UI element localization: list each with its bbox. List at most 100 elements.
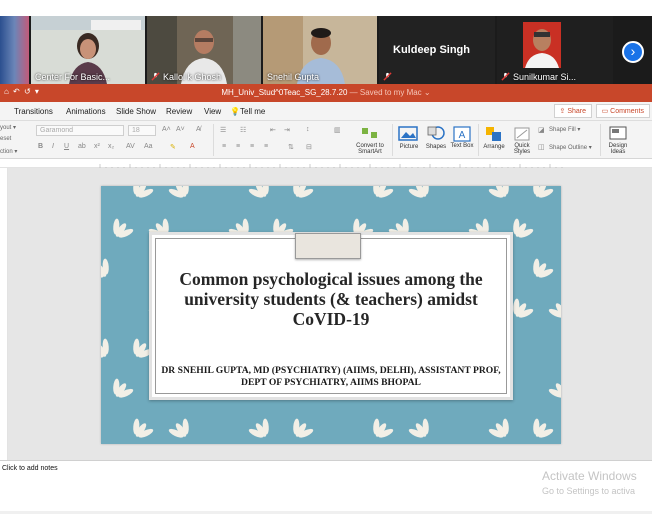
lightbulb-icon: 💡 bbox=[230, 107, 240, 116]
video-tile-side bbox=[0, 16, 29, 84]
document-title: MH_Univ_Stud^0Teac_SG_28.7.20 — Saved to… bbox=[0, 88, 652, 97]
comments-label: Comments bbox=[610, 108, 644, 115]
font-size-field[interactable]: 18 bbox=[128, 125, 156, 136]
clear-format-icon[interactable]: A̸ bbox=[196, 126, 201, 133]
align-right-icon[interactable]: ≡ bbox=[250, 143, 254, 150]
tab-animations[interactable]: Animations bbox=[66, 107, 106, 116]
textbox-icon[interactable]: A bbox=[452, 125, 472, 143]
participant-name: Center For Basic... bbox=[35, 72, 111, 82]
saved-status: — Saved to my Mac ⌄ bbox=[347, 88, 431, 97]
slide-canvas[interactable]: Common psychological issues among the un… bbox=[0, 168, 652, 460]
line-spacing-icon[interactable]: ↕ bbox=[306, 126, 310, 133]
title-frame[interactable]: Common psychological issues among the un… bbox=[149, 232, 513, 400]
justify-icon[interactable]: ≡ bbox=[264, 143, 268, 150]
superscript-icon[interactable]: x² bbox=[94, 143, 100, 150]
italic-icon[interactable]: I bbox=[52, 143, 54, 150]
activate-windows-watermark: Activate Windows bbox=[542, 469, 637, 483]
quick-styles-icon[interactable] bbox=[512, 125, 532, 143]
layout-button[interactable]: yout ▾ bbox=[0, 124, 16, 131]
vertical-ruler[interactable] bbox=[0, 168, 8, 460]
video-tile-3[interactable]: Snehil Gupta bbox=[263, 16, 377, 84]
chevron-right-icon: › bbox=[630, 43, 636, 59]
slide-title[interactable]: Common psychological issues among the un… bbox=[158, 269, 504, 329]
columns-icon[interactable]: ▥ bbox=[334, 126, 341, 134]
doc-name: MH_Univ_Stud^0Teac_SG_28.7.20 bbox=[221, 88, 348, 97]
activate-windows-hint: Go to Settings to activa bbox=[542, 486, 636, 496]
ribbon-toolbar: yout ▾ eset ction ▾ Garamond 18 A˄ A˅ A̸… bbox=[0, 121, 652, 159]
font-color-icon[interactable]: A bbox=[190, 143, 195, 150]
highlight-icon[interactable]: ✎ bbox=[170, 143, 176, 151]
convert-smartart-label[interactable]: Convert to SmartArt bbox=[352, 143, 388, 155]
char-spacing-icon[interactable]: AV bbox=[126, 143, 135, 150]
subscript-icon[interactable]: x₂ bbox=[108, 143, 114, 150]
mic-off-icon bbox=[383, 72, 392, 81]
video-tile-4[interactable]: Kuldeep Singh bbox=[379, 16, 495, 84]
strikethrough-icon[interactable]: ab bbox=[78, 143, 86, 150]
numbering-icon[interactable]: ☷ bbox=[240, 126, 246, 134]
participant-name: Sunilkumar Si... bbox=[513, 72, 577, 82]
arrange-label[interactable]: Arrange bbox=[480, 144, 508, 150]
participant-name: Kallol k Ghosh bbox=[163, 72, 222, 82]
ribbon-separator bbox=[600, 124, 601, 156]
comment-icon: ▭ bbox=[601, 108, 611, 115]
indent-icon[interactable]: ⇤ bbox=[270, 126, 276, 134]
slide-subtitle[interactable]: DR SNEHIL GUPTA, MD (PSYCHIATRY) (AIIMS,… bbox=[156, 365, 506, 389]
video-tile-5[interactable]: Sunilkumar Si... bbox=[497, 16, 613, 84]
horizontal-ruler[interactable] bbox=[0, 159, 652, 171]
design-ideas-icon[interactable] bbox=[608, 125, 628, 143]
shrink-font-icon[interactable]: A˅ bbox=[176, 126, 185, 133]
shape-outline-button[interactable]: Shape Outline ▾ bbox=[549, 144, 592, 151]
reset-button[interactable]: eset bbox=[0, 136, 11, 142]
mic-off-icon bbox=[151, 72, 160, 81]
shape-fill-button[interactable]: Shape Fill ▾ bbox=[549, 126, 580, 133]
svg-text:A: A bbox=[459, 130, 466, 141]
ribbon-tabs: Transitions Animations Slide Show Review… bbox=[0, 102, 652, 121]
tab-transitions[interactable]: Transitions bbox=[14, 107, 53, 116]
video-strip: Center For Basic... Kallol k Ghosh Snehi… bbox=[0, 16, 652, 84]
section-button[interactable]: ction ▾ bbox=[0, 148, 17, 155]
screen: Center For Basic... Kallol k Ghosh Snehi… bbox=[0, 0, 652, 514]
comments-button[interactable]: ▭ Comments bbox=[595, 104, 650, 118]
tell-me-search[interactable]: Tell me bbox=[240, 107, 265, 116]
font-name-field[interactable]: Garamond bbox=[36, 125, 124, 136]
picture-label[interactable]: Picture bbox=[398, 144, 420, 150]
ribbon-separator bbox=[478, 124, 479, 156]
video-tile-1[interactable]: Center For Basic... bbox=[31, 16, 145, 84]
next-participants-button[interactable]: › bbox=[622, 41, 644, 63]
textbox-label[interactable]: Text Box bbox=[450, 143, 474, 149]
shapes-label[interactable]: Shapes bbox=[424, 144, 448, 150]
align-left-icon[interactable]: ≡ bbox=[222, 143, 226, 150]
title-bar: ⌂ ↶ ↺ ▾ MH_Univ_Stud^0Teac_SG_28.7.20 — … bbox=[0, 84, 652, 102]
frame-tab-decoration bbox=[295, 233, 361, 259]
tab-slide-show[interactable]: Slide Show bbox=[116, 107, 156, 116]
shape-fill-icon[interactable]: ◪ bbox=[538, 126, 545, 134]
tab-view[interactable]: View bbox=[204, 107, 221, 116]
bold-icon[interactable]: B bbox=[38, 143, 43, 150]
notes-pane[interactable]: Click to add notes Activate Windows Go t… bbox=[0, 460, 652, 514]
design-ideas-label[interactable]: Design Ideas bbox=[604, 143, 632, 155]
notes-placeholder[interactable]: Click to add notes bbox=[2, 465, 58, 472]
smartart-icon[interactable] bbox=[360, 124, 380, 142]
participant-name: Kuldeep Singh bbox=[393, 44, 470, 56]
shapes-icon[interactable] bbox=[426, 125, 446, 143]
arrange-icon[interactable] bbox=[484, 125, 504, 143]
share-button[interactable]: ⇪ Share bbox=[553, 104, 592, 118]
align-text-icon[interactable]: ⊟ bbox=[306, 143, 312, 151]
grow-font-icon[interactable]: A˄ bbox=[162, 126, 171, 133]
ribbon-separator bbox=[213, 124, 214, 156]
slide[interactable]: Common psychological issues among the un… bbox=[101, 186, 561, 444]
ribbon-separator bbox=[392, 124, 393, 156]
picture-icon[interactable] bbox=[398, 125, 418, 143]
bullets-icon[interactable]: ☰ bbox=[220, 126, 226, 134]
align-center-icon[interactable]: ≡ bbox=[236, 143, 240, 150]
text-direction-icon[interactable]: ⇅ bbox=[288, 143, 294, 151]
underline-icon[interactable]: U bbox=[64, 143, 69, 150]
quick-styles-label[interactable]: Quick Styles bbox=[508, 143, 536, 155]
change-case-icon[interactable]: Aa bbox=[144, 143, 153, 150]
outdent-icon[interactable]: ⇥ bbox=[284, 126, 290, 134]
video-tile-2[interactable]: Kallol k Ghosh bbox=[147, 16, 261, 84]
tab-review[interactable]: Review bbox=[166, 107, 192, 116]
shape-outline-icon[interactable]: ◫ bbox=[538, 143, 545, 151]
share-label: Share bbox=[567, 108, 586, 115]
participant-name: Snehil Gupta bbox=[267, 72, 320, 82]
